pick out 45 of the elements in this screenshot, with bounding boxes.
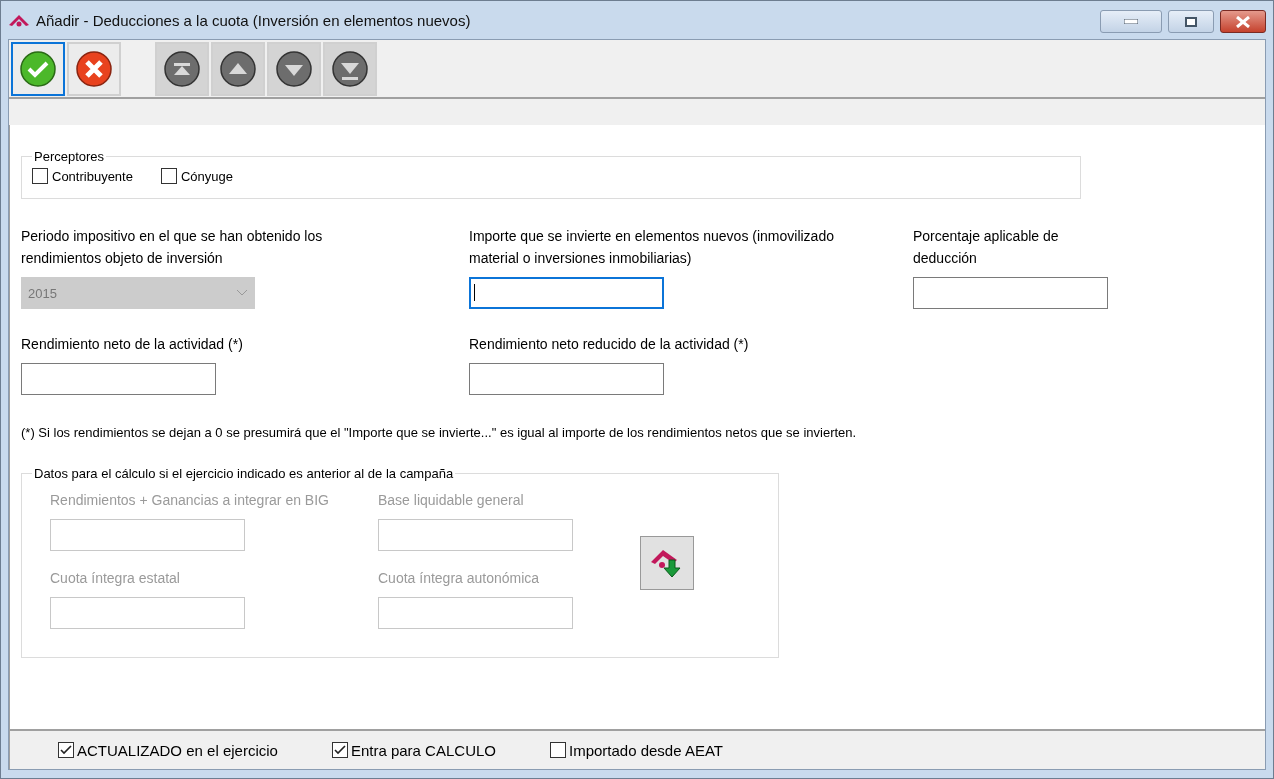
input-field[interactable]	[913, 277, 1108, 309]
group-title: Perceptores	[33, 149, 106, 164]
checkbox[interactable]	[58, 742, 74, 758]
field-label: Base liquidable general	[378, 491, 525, 510]
chevron-down-icon	[236, 289, 248, 297]
field-label: Importe que se invierte en elementos nuevos (inmovilizado material o inversiones inmobiliarias)	[469, 227, 835, 268]
field-label: Rendimiento neto de la actividad (*)	[21, 335, 244, 354]
checkbox-label: ACTUALIZADO en el ejercicio	[77, 741, 278, 759]
field-label: Cuota íntegra estatal	[50, 569, 181, 588]
field-label: Cuota íntegra autonómica	[378, 569, 541, 588]
checkmark-icon	[20, 50, 56, 87]
dropdown-value: 2015	[28, 285, 57, 301]
checkbox-label: Entra para CALCULO	[350, 741, 496, 759]
field-label: Porcentaje aplicable de deducción	[913, 227, 1060, 268]
minimize-icon	[1124, 19, 1138, 24]
checkbox-label: Importado desde AEAT	[569, 741, 723, 759]
maximize-button[interactable]	[1168, 10, 1214, 33]
close-icon	[76, 50, 112, 87]
minimize-button[interactable]	[1100, 10, 1162, 33]
field-label: Rendimientos + Ganancias a integrar en BIG	[50, 491, 330, 510]
cancel-button[interactable]	[67, 41, 121, 96]
accept-button[interactable]	[11, 41, 65, 96]
first-record-button[interactable]	[155, 41, 209, 96]
close-icon	[1235, 15, 1251, 28]
checkbox[interactable]	[550, 742, 566, 758]
checkbox-label: Cónyuge	[180, 168, 233, 184]
last-record-button[interactable]	[323, 41, 377, 96]
import-data-button[interactable]	[640, 536, 694, 590]
checkbox[interactable]	[160, 168, 177, 184]
group-title: Datos para el cálculo si el ejercicio indicado es anterior al de la campaña	[33, 466, 455, 481]
maximize-icon	[1185, 16, 1197, 27]
window-title: Añadir - Deducciones a la cuota (Inversión en elementos nuevos)	[36, 11, 471, 29]
footnote-text: (*) Si los rendimientos se dejan a 0 se presumirá que el "Importe que se invierte..." es igual al importe de los rendimientos netos que se invierten.	[21, 425, 858, 440]
app-logo-icon	[8, 13, 30, 27]
input-field[interactable]	[469, 363, 664, 395]
field-label: Periodo impositivo en el que se han obtenido los rendimientos objeto de inversión	[21, 227, 324, 268]
input-field[interactable]	[21, 363, 216, 395]
checkbox[interactable]	[331, 742, 348, 758]
checkbox-label: Contribuyente	[52, 168, 133, 184]
close-button[interactable]	[1220, 10, 1266, 33]
next-record-button[interactable]	[267, 41, 321, 96]
input-field[interactable]	[469, 277, 664, 309]
previous-record-button[interactable]	[211, 41, 265, 96]
field-label: Rendimiento neto reducido de la actividad (*)	[469, 335, 750, 354]
checkbox[interactable]	[32, 168, 48, 184]
